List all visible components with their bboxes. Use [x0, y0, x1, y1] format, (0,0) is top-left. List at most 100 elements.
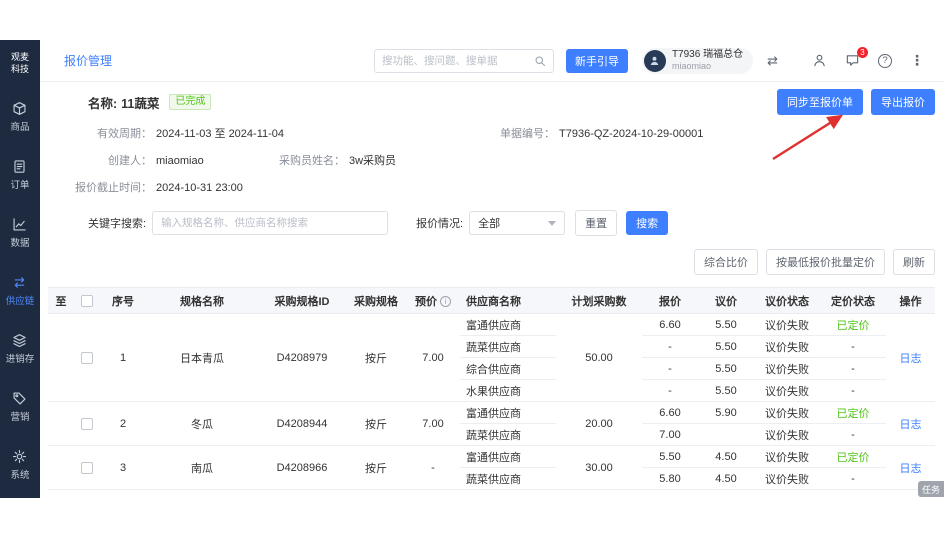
checkbox-cell: [74, 401, 100, 446]
supply-chain-icon: [12, 275, 27, 290]
export-quote-button[interactable]: 导出报价: [871, 89, 935, 115]
supplier-name-cell: 水果供应商: [460, 379, 556, 402]
field-doc-number: 单据编号： T7936-QZ-2024-10-29-00001: [500, 128, 704, 140]
quote-table-body: 1 日本青瓜 D4208979 按斤 7.00 富通供应商 50.00 6.60 5.50 议价失…: [48, 313, 935, 490]
bargain-status-cell: 议价失败: [754, 467, 820, 490]
help-icon[interactable]: ?: [878, 53, 892, 68]
log-link[interactable]: 日志: [900, 353, 922, 365]
contacts-icon[interactable]: [812, 53, 827, 68]
purchase-spec-cell: 按斤: [346, 401, 406, 446]
sidebar-items: 商品订单数据供应链进销存营销系统: [5, 75, 35, 481]
pin-cell: [48, 445, 74, 490]
reset-button[interactable]: 重置: [575, 210, 618, 236]
user-menu[interactable]: T7936 瑞福总仓 miaomiao: [641, 47, 754, 74]
row-checkbox[interactable]: [81, 351, 93, 364]
col-header: 供应商名称: [460, 287, 556, 314]
quote-cell: -: [642, 379, 698, 402]
row-checkbox[interactable]: [81, 417, 93, 430]
seq-cell: 2: [100, 401, 146, 446]
base-price-cell: 7.00: [406, 313, 460, 402]
base-price-cell: -: [406, 445, 460, 490]
supplier-name-cell: 蔬菜供应商: [460, 335, 556, 358]
sidebar-item-orders[interactable]: 订单: [6, 159, 35, 191]
tag-icon: [12, 391, 27, 406]
chevron-down-icon: [548, 220, 557, 226]
col-header: 计划采购数: [556, 287, 642, 314]
select-all-checkbox[interactable]: [81, 294, 93, 307]
bargain-status-cell: 议价失败: [754, 445, 820, 468]
more-menu-icon[interactable]: ⋮: [910, 52, 924, 69]
refresh-button[interactable]: 刷新: [893, 249, 935, 275]
seq-cell: 3: [100, 445, 146, 490]
title-row: 名称: 11蔬菜 已完成 同步至报价单 导出报价: [88, 89, 935, 115]
sidebar-item-marketing[interactable]: 营销: [6, 391, 35, 423]
spec-name-cell: 南瓜: [146, 445, 258, 490]
op-cell: 日志: [886, 401, 935, 446]
op-cell: 日志: [886, 313, 935, 402]
box-icon: [12, 101, 27, 116]
sidebar-item-label: 进销存: [5, 354, 35, 366]
switch-account-icon[interactable]: ⇄: [767, 53, 778, 69]
sidebar-item-label: 供应链: [5, 296, 35, 308]
sync-to-quote-button[interactable]: 同步至报价单: [777, 89, 863, 115]
sidebar-item-inventory[interactable]: 进销存: [5, 333, 35, 366]
bargain-cell: 5.50: [698, 379, 754, 402]
guide-button[interactable]: 新手引导: [565, 48, 628, 73]
sidebar-item-supply-chain[interactable]: 供应链: [5, 275, 35, 308]
bargain-status-cell: 议价失败: [754, 423, 820, 446]
seq-cell: 1: [100, 313, 146, 402]
sidebar-item-data[interactable]: 数据: [6, 217, 35, 249]
compare-button[interactable]: 综合比价: [694, 249, 758, 275]
bargain-cell: 4.50: [698, 467, 754, 490]
col-header: 报价: [642, 287, 698, 314]
summary-row-3: 报价截止时间： 2024-10-31 23:00: [48, 181, 935, 195]
supplier-name-cell: 综合供应商: [460, 357, 556, 380]
quote-cell: -: [642, 357, 698, 380]
quote-status-value: 全部: [478, 218, 501, 230]
supplier-name-cell: 蔬菜供应商: [460, 423, 556, 446]
sidebar-item-goods[interactable]: 商品: [6, 101, 35, 133]
batch-price-button[interactable]: 按最低报价批量定价: [766, 249, 885, 275]
row-checkbox[interactable]: [81, 461, 93, 474]
messages-icon[interactable]: 3: [845, 47, 868, 68]
chart-icon: [12, 217, 27, 232]
col-header: [74, 287, 100, 314]
global-search[interactable]: [373, 48, 554, 73]
price-status-cell: 已定价: [820, 445, 886, 468]
purchase-spec-cell: 按斤: [346, 313, 406, 402]
spec-id-cell: D4208966: [258, 445, 346, 490]
sidebar-item-system[interactable]: 系统: [6, 449, 35, 481]
log-link[interactable]: 日志: [900, 419, 922, 431]
search-button[interactable]: 搜索: [626, 211, 669, 235]
bargain-cell: 5.50: [698, 313, 754, 336]
col-header: 至: [48, 287, 74, 314]
sidebar: 观麦科技 商品 订单 数据 供应链 进销存 营销 系统: [0, 40, 40, 498]
keyword-input[interactable]: [152, 211, 389, 235]
breadcrumb[interactable]: 报价管理: [64, 52, 112, 69]
col-header: 序号: [100, 287, 146, 314]
col-header: 规格名称: [146, 287, 258, 314]
bargain-status-cell: 议价失败: [754, 357, 820, 380]
field-valid-period: 有效周期： 2024-11-03 至 2024-11-04: [97, 128, 285, 140]
content: 名称: 11蔬菜 已完成 同步至报价单 导出报价 有效周期： 2024-11-0…: [40, 82, 944, 498]
log-link[interactable]: 日志: [900, 463, 922, 475]
sidebar-item-label: 系统: [10, 470, 30, 482]
task-widget[interactable]: 任务: [918, 481, 944, 497]
quote-cell: 6.60: [642, 313, 698, 336]
quote-status-select[interactable]: 全部: [469, 211, 566, 235]
global-search-input[interactable]: [381, 54, 534, 67]
app-window: 观麦科技 商品订单数据供应链进销存营销系统 报价管理 新手引导 T793: [0, 40, 944, 498]
plan-qty-cell: 20.00: [556, 401, 642, 446]
quote-cell: 7.00: [642, 423, 698, 446]
quote-table: 至序号 规格名称 采购规格ID 采购规格 预价 i 供应商名称 计划采购数 报价 议价 议价状态 定价…: [48, 287, 935, 490]
spec-name-cell: 日本青瓜: [146, 313, 258, 402]
price-status-cell: -: [820, 467, 886, 490]
bargain-cell: 5.50: [698, 335, 754, 358]
keyword-label: 关键字搜索:: [88, 218, 147, 230]
supplier-name-cell: 蔬菜供应商: [460, 467, 556, 490]
supplier-name-cell: 富通供应商: [460, 445, 556, 468]
price-status-cell: 已定价: [820, 401, 886, 424]
quote-cell: 5.80: [642, 467, 698, 490]
user-name: miaomiao: [671, 61, 711, 72]
col-header: 议价: [698, 287, 754, 314]
